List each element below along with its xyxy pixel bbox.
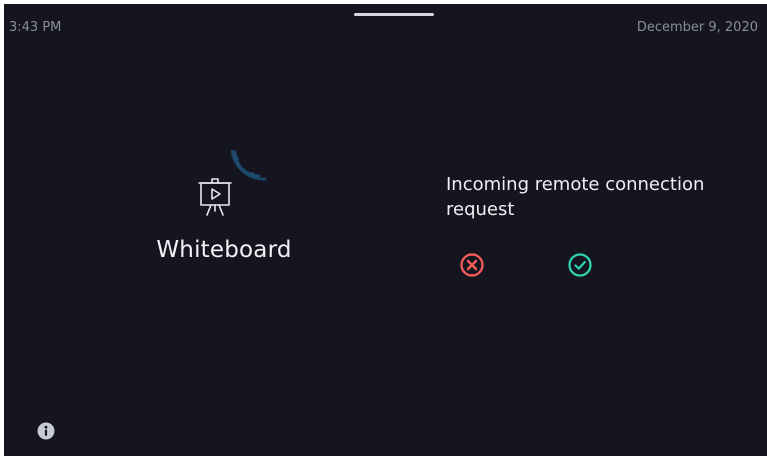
wireless-signal-icon [230, 150, 267, 181]
request-actions [446, 252, 756, 282]
decline-button[interactable] [459, 252, 485, 278]
request-message: Incoming remote connection request [446, 174, 705, 220]
status-time: 3:43 PM [9, 20, 62, 35]
device-name: Whiteboard [156, 237, 292, 263]
device-screen: 3:43 PM December 9, 2020 Whiteboard Inco… [4, 4, 767, 456]
info-icon[interactable] [37, 422, 55, 440]
status-date: December 9, 2020 [636, 20, 758, 35]
drag-handle[interactable] [354, 13, 434, 16]
device-panel: Whiteboard [134, 149, 334, 279]
connection-request: Incoming remote connection request [446, 172, 756, 277]
accept-button[interactable] [567, 252, 593, 278]
presentation-board-icon [198, 178, 232, 216]
